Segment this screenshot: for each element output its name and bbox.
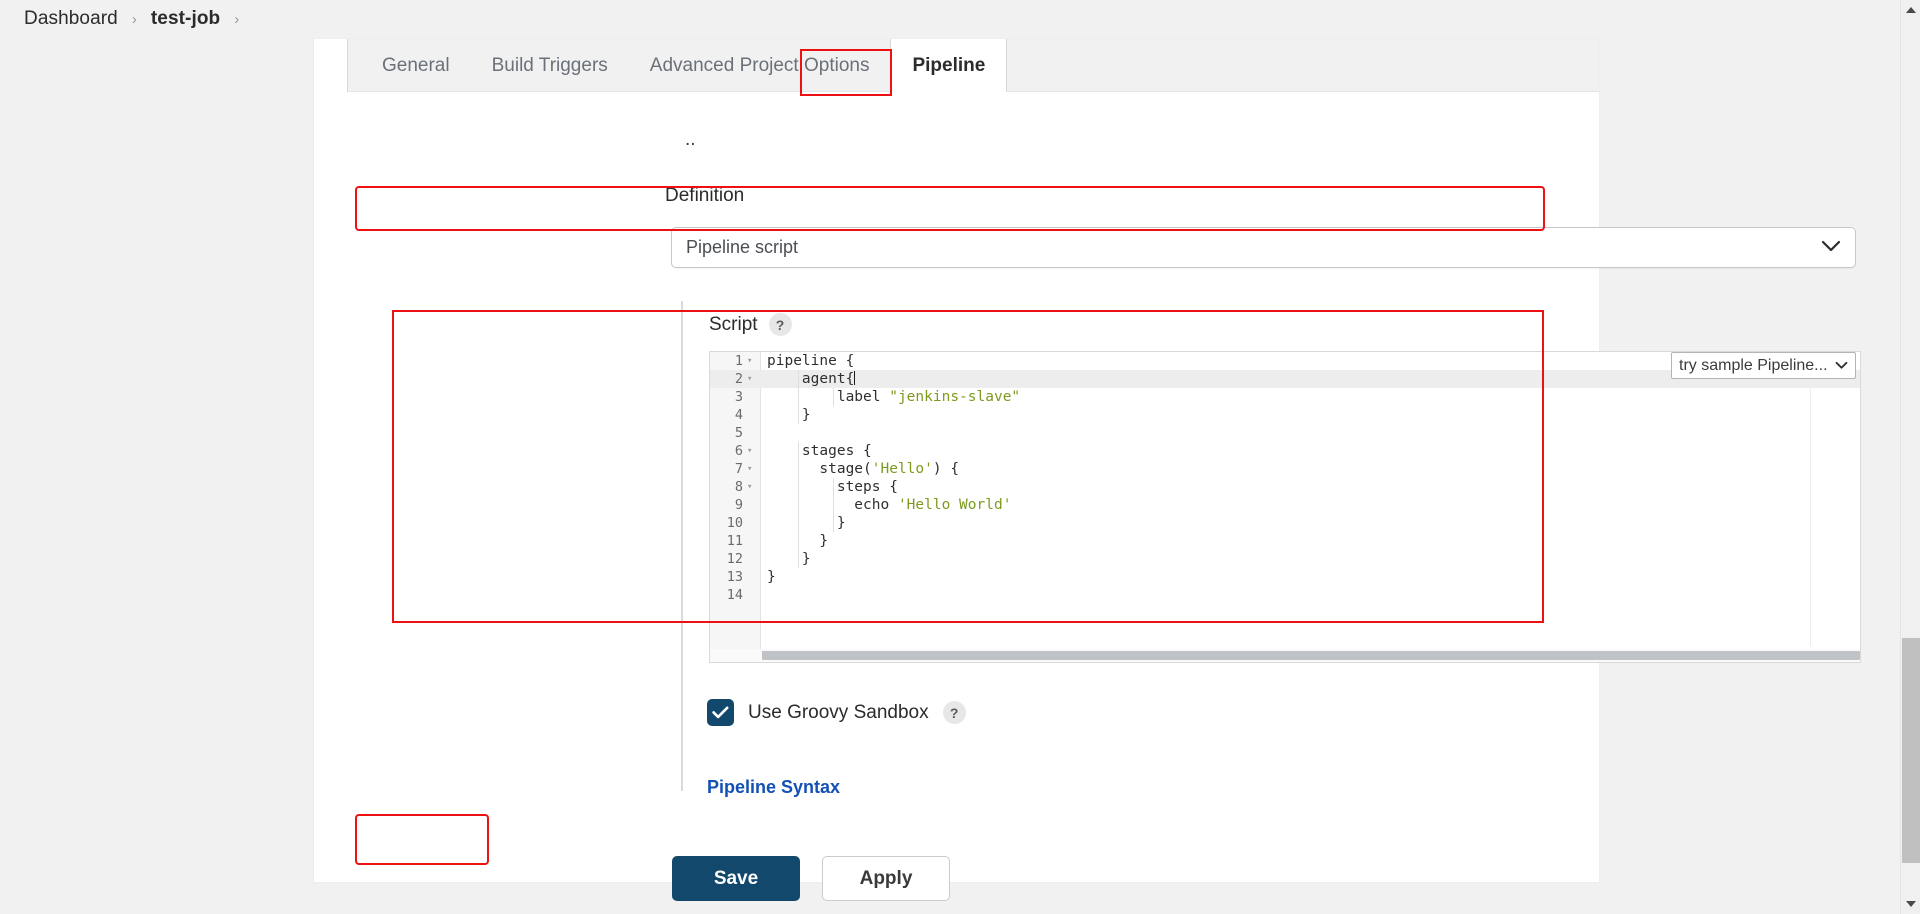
chevron-down-icon <box>1821 237 1841 258</box>
code-line[interactable]: 7 ▾ stage('Hello') { <box>710 460 1860 478</box>
code-text: stage('Hello') { <box>767 461 960 477</box>
tab-general[interactable]: General <box>361 39 471 92</box>
editor-horizontal-scrollbar-thumb[interactable] <box>762 651 1860 660</box>
help-icon[interactable]: ? <box>768 313 792 336</box>
use-groovy-sandbox-checkbox[interactable] <box>707 699 734 726</box>
code-text: steps { <box>767 479 898 495</box>
config-tabbar: General Build Triggers Advanced Project … <box>314 38 1599 92</box>
code-text: agent{ <box>767 371 856 387</box>
fold-arrow-icon[interactable]: ▾ <box>747 352 756 370</box>
breadcrumb-separator-icon: › <box>234 10 240 28</box>
code-line[interactable]: 14 <box>710 586 1860 604</box>
line-number: 7 <box>734 461 743 477</box>
try-sample-pipeline-value: try sample Pipeline... <box>1679 356 1828 374</box>
code-line[interactable]: 11 } <box>710 532 1860 550</box>
line-number: 3 <box>734 389 743 405</box>
code-line[interactable]: 13} <box>710 568 1860 586</box>
breadcrumb-separator-icon: › <box>131 10 137 28</box>
line-number: 12 <box>726 551 743 567</box>
code-text: } <box>767 569 776 585</box>
apply-button[interactable]: Apply <box>822 856 950 901</box>
code-line[interactable]: 10 } <box>710 514 1860 532</box>
script-label: Script <box>709 313 758 335</box>
line-number: 10 <box>726 515 743 531</box>
code-text: } <box>767 551 811 567</box>
tab-advanced-project-options[interactable]: Advanced Project Options <box>629 39 891 92</box>
breadcrumb-item-dashboard[interactable]: Dashboard <box>24 8 118 30</box>
code-text: stages { <box>767 443 872 459</box>
line-number: 1 <box>734 353 743 369</box>
fold-arrow-icon[interactable]: ▾ <box>747 478 756 496</box>
editor-lines[interactable]: 1 ▾ pipeline {2 ▾ agent{3 label "jenkins-sl… <box>710 352 1860 604</box>
definition-select[interactable]: Pipeline script <box>671 227 1856 268</box>
code-line[interactable]: 9 echo 'Hello World' <box>710 496 1860 514</box>
use-groovy-sandbox-label: Use Groovy Sandbox <box>748 701 929 723</box>
help-icon[interactable]: ? <box>942 701 966 724</box>
line-number: 5 <box>734 425 743 441</box>
page-scrollbar-thumb[interactable] <box>1902 638 1920 863</box>
script-editor[interactable]: 1 ▾ pipeline {2 ▾ agent{3 label "jenkins-sl… <box>709 351 1861 663</box>
code-line[interactable]: 5 <box>710 424 1860 442</box>
breadcrumb-item-test-job[interactable]: test-job <box>151 8 220 30</box>
scroll-up-arrow-icon[interactable] <box>1901 0 1920 20</box>
fold-arrow-icon[interactable]: ▾ <box>747 460 756 478</box>
code-text: } <box>767 407 811 423</box>
code-line[interactable]: 4 } <box>710 406 1860 424</box>
line-number: 14 <box>726 587 743 603</box>
page-vertical-scrollbar[interactable] <box>1900 0 1920 914</box>
code-text: echo 'Hello World' <box>767 497 1012 513</box>
definition-label: Definition <box>665 185 745 206</box>
code-line[interactable]: 8 ▾ steps { <box>710 478 1860 496</box>
code-text: } <box>767 515 846 531</box>
line-number: 8 <box>734 479 743 495</box>
line-number: 9 <box>734 497 743 513</box>
code-line[interactable]: 6 ▾ stages { <box>710 442 1860 460</box>
breadcrumb: Dashboard › test-job › <box>0 0 1900 38</box>
line-number: 2 <box>734 371 743 387</box>
text-cursor <box>854 371 856 385</box>
clipped-text-fragment: .. <box>685 135 696 145</box>
fold-arrow-icon[interactable]: ▾ <box>747 370 756 388</box>
editor-horizontal-scrollbar[interactable] <box>710 649 1860 662</box>
line-number: 4 <box>734 407 743 423</box>
scroll-down-arrow-icon[interactable] <box>1901 894 1920 914</box>
save-button[interactable]: Save <box>672 856 800 901</box>
code-line[interactable]: 3 label "jenkins-slave" <box>710 388 1860 406</box>
chevron-down-icon <box>1835 357 1848 375</box>
code-line[interactable]: 12 } <box>710 550 1860 568</box>
code-text: } <box>767 533 829 549</box>
tab-build-triggers[interactable]: Build Triggers <box>471 39 629 92</box>
tab-pipeline[interactable]: Pipeline <box>890 38 1008 92</box>
use-groovy-sandbox-row[interactable]: Use Groovy Sandbox ? <box>707 699 966 726</box>
line-number: 11 <box>726 533 743 549</box>
line-number: 13 <box>726 569 743 585</box>
config-card: General Build Triggers Advanced Project … <box>313 38 1861 901</box>
try-sample-pipeline-select[interactable]: try sample Pipeline... <box>1671 352 1856 379</box>
script-header: Script ? <box>709 313 792 336</box>
code-text: label "jenkins-slave" <box>767 389 1021 405</box>
pipeline-syntax-link[interactable]: Pipeline Syntax <box>707 777 840 798</box>
line-number: 6 <box>734 443 743 459</box>
code-text: pipeline { <box>767 353 855 369</box>
fold-arrow-icon[interactable]: ▾ <box>747 442 756 460</box>
definition-selected-value: Pipeline script <box>686 237 799 257</box>
